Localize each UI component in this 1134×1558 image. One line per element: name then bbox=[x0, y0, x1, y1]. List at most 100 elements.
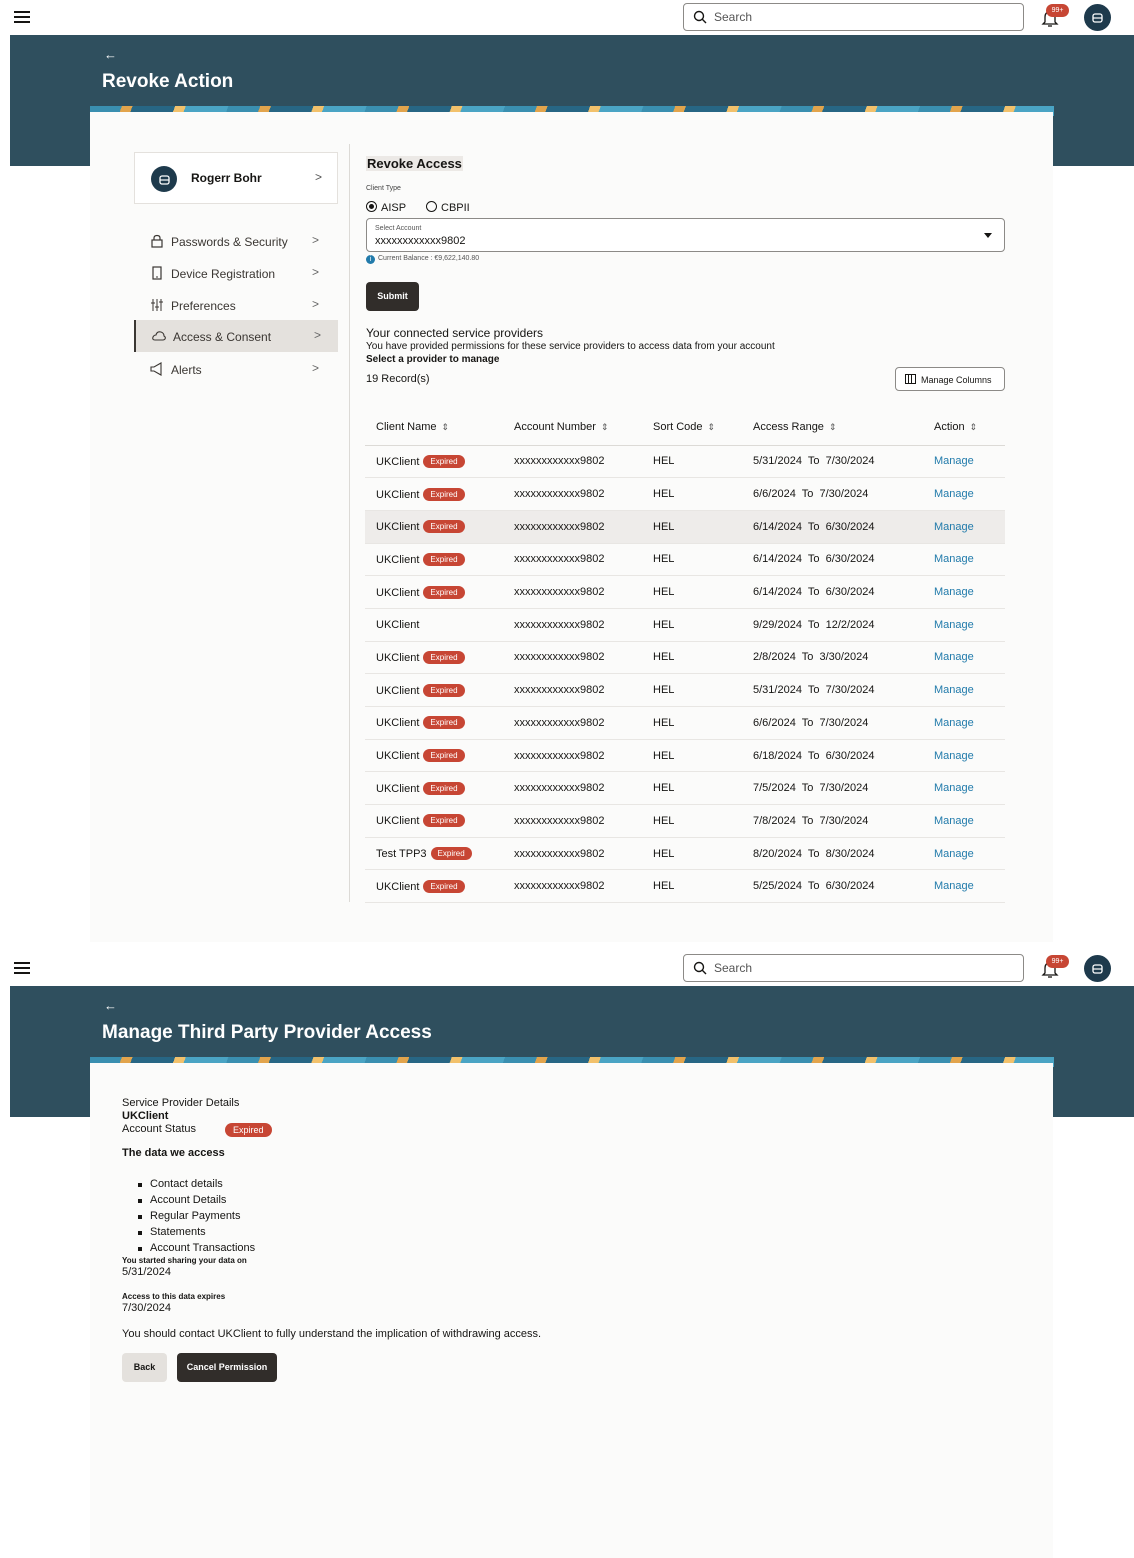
expired-badge: Expired bbox=[423, 814, 465, 828]
client-name: UKClient bbox=[376, 488, 420, 501]
client-name: UKClient bbox=[376, 684, 420, 697]
expired-badge: Expired bbox=[423, 487, 465, 501]
manage-link[interactable]: Manage bbox=[934, 455, 974, 467]
manage-link[interactable]: Manage bbox=[934, 782, 974, 794]
manage-link[interactable]: Manage bbox=[934, 553, 974, 565]
cell-client-name: UKClient Expired bbox=[365, 869, 503, 904]
column-header-account-number[interactable]: Account Number ⇕ bbox=[503, 409, 642, 446]
sidebar-item-device-registration[interactable]: Device Registration > bbox=[134, 257, 338, 289]
submit-button[interactable]: Submit bbox=[366, 282, 419, 311]
manage-columns-button[interactable]: Manage Columns bbox=[895, 367, 1005, 391]
bank-icon bbox=[1092, 13, 1103, 23]
search-input[interactable]: Search bbox=[683, 954, 1024, 982]
sidebar-item-access-consent[interactable]: Access & Consent > bbox=[134, 320, 338, 352]
cell-account-number: xxxxxxxxxxxx9802 bbox=[503, 608, 642, 642]
cell-client-name: UKClient bbox=[365, 608, 503, 642]
manage-link[interactable]: Manage bbox=[934, 750, 974, 762]
radio-cbpii[interactable]: CBPII bbox=[426, 201, 470, 214]
column-header-action[interactable]: Action ⇕ bbox=[923, 409, 1005, 446]
client-name: UKClient bbox=[376, 651, 420, 664]
table-row[interactable]: UKClient Expired xxxxxxxxxxxx9802 HEL 6/18/2… bbox=[365, 739, 1005, 773]
back-arrow-icon[interactable]: ← bbox=[104, 47, 117, 62]
cell-access-range: 2/8/2024 To 3/30/2024 bbox=[742, 641, 923, 675]
column-header-access-range[interactable]: Access Range ⇕ bbox=[742, 409, 923, 446]
sidebar-item-preferences[interactable]: Preferences > bbox=[134, 289, 338, 321]
table-row[interactable]: UKClient Expired xxxxxxxxxxxx9802 HEL 5/31/2… bbox=[365, 445, 1005, 479]
column-header-label: Client Name bbox=[376, 420, 437, 433]
megaphone-icon bbox=[150, 362, 162, 376]
sidebar-item-passwords-security[interactable]: Passwords & Security > bbox=[134, 225, 338, 257]
table-row[interactable]: UKClient Expired xxxxxxxxxxxx9802 HEL 6/14/2… bbox=[365, 575, 1005, 609]
cell-action: Manage bbox=[923, 641, 1005, 675]
manage-link[interactable]: Manage bbox=[934, 848, 974, 860]
info-icon: i bbox=[366, 255, 375, 264]
cell-sort-code: HEL bbox=[642, 608, 742, 642]
manage-link[interactable]: Manage bbox=[934, 488, 974, 500]
back-button[interactable]: Back bbox=[122, 1353, 167, 1382]
expired-badge: Expired bbox=[423, 454, 465, 468]
user-avatar[interactable] bbox=[1084, 955, 1111, 982]
provider-name: UKClient bbox=[122, 1110, 169, 1122]
cell-sort-code: HEL bbox=[642, 771, 742, 806]
sliders-icon bbox=[151, 299, 163, 311]
sort-icon: ⇕ bbox=[600, 421, 609, 432]
started-sharing-label: You started sharing your data on bbox=[122, 1256, 247, 1265]
table-row[interactable]: UKClient Expired xxxxxxxxxxxx9802 HEL 5/31/2… bbox=[365, 673, 1005, 707]
manage-link[interactable]: Manage bbox=[934, 651, 974, 663]
cloud-icon bbox=[152, 331, 166, 341]
manage-link[interactable]: Manage bbox=[934, 619, 974, 631]
providers-description: You have provided permissions for these … bbox=[366, 341, 775, 352]
manage-link[interactable]: Manage bbox=[934, 717, 974, 729]
user-avatar[interactable] bbox=[1084, 4, 1111, 31]
table-row[interactable]: UKClient Expired xxxxxxxxxxxx9802 HEL 7/5/20… bbox=[365, 771, 1005, 806]
client-type-label: Client Type bbox=[366, 185, 401, 192]
table-row[interactable]: UKClient Expired xxxxxxxxxxxx9802 HEL 6/6/20… bbox=[365, 477, 1005, 511]
table-row[interactable]: UKClient Expired xxxxxxxxxxxx9802 HEL 7/8/20… bbox=[365, 804, 1005, 838]
table-row[interactable]: UKClient Expired xxxxxxxxxxxx9802 HEL 6/6/20… bbox=[365, 706, 1005, 740]
client-name: UKClient bbox=[376, 717, 420, 730]
list-item: Account Details bbox=[136, 1194, 255, 1210]
page-title: Revoke Action bbox=[102, 71, 234, 92]
search-input[interactable]: Search bbox=[683, 3, 1024, 31]
column-header-sort-code[interactable]: Sort Code ⇕ bbox=[642, 409, 742, 446]
list-item: Regular Payments bbox=[136, 1210, 255, 1226]
cell-account-number: xxxxxxxxxxxx9802 bbox=[503, 673, 642, 707]
profile-card[interactable]: Rogerr Bohr > bbox=[134, 152, 338, 204]
cell-action: Manage bbox=[923, 739, 1005, 773]
table-row[interactable]: UKClient Expired xxxxxxxxxxxx9802 HEL 2/8/20… bbox=[365, 641, 1005, 675]
manage-link[interactable]: Manage bbox=[934, 521, 974, 533]
cell-account-number: xxxxxxxxxxxx9802 bbox=[503, 543, 642, 577]
cell-client-name: UKClient Expired bbox=[365, 706, 503, 740]
column-header-client-name[interactable]: Client Name ⇕ bbox=[365, 409, 503, 446]
notification-badge: 99+ bbox=[1046, 955, 1069, 968]
manage-link[interactable]: Manage bbox=[934, 586, 974, 598]
cell-client-name: Test TPP3 Expired bbox=[365, 837, 503, 871]
table-row[interactable]: UKClient Expired xxxxxxxxxxxx9802 HEL 5/25/2… bbox=[365, 869, 1005, 904]
hamburger-menu-icon[interactable] bbox=[14, 11, 30, 23]
table-row[interactable]: Test TPP3 Expired xxxxxxxxxxxx9802 HEL 8/20/… bbox=[365, 837, 1005, 871]
chevron-right-icon: > bbox=[312, 265, 320, 279]
access-expires-date: 7/30/2024 bbox=[122, 1302, 171, 1314]
cell-action: Manage bbox=[923, 543, 1005, 577]
manage-link[interactable]: Manage bbox=[934, 684, 974, 696]
table-row[interactable]: UKClient Expired xxxxxxxxxxxx9802 HEL 6/14/2… bbox=[365, 543, 1005, 577]
cell-sort-code: HEL bbox=[642, 706, 742, 740]
cell-access-range: 6/6/2024 To 7/30/2024 bbox=[742, 706, 923, 740]
cell-client-name: UKClient Expired bbox=[365, 804, 503, 838]
list-item: Statements bbox=[136, 1226, 255, 1242]
manage-link[interactable]: Manage bbox=[934, 815, 974, 827]
started-sharing-date: 5/31/2024 bbox=[122, 1266, 171, 1278]
list-item: Contact details bbox=[136, 1178, 255, 1194]
select-account-dropdown[interactable]: Select Account xxxxxxxxxxxx9802 bbox=[366, 218, 1005, 252]
cancel-permission-button[interactable]: Cancel Permission bbox=[177, 1353, 277, 1382]
hamburger-menu-icon[interactable] bbox=[14, 962, 30, 974]
manage-link[interactable]: Manage bbox=[934, 880, 974, 892]
table-row[interactable]: UKClient xxxxxxxxxxxx9802 HEL 9/29/2024 To … bbox=[365, 608, 1005, 642]
table-row[interactable]: UKClient Expired xxxxxxxxxxxx9802 HEL 6/14/2… bbox=[365, 510, 1005, 544]
data-access-list: Contact details Account Details Regular … bbox=[136, 1178, 255, 1258]
cell-sort-code: HEL bbox=[642, 673, 742, 707]
back-arrow-icon[interactable]: ← bbox=[104, 998, 117, 1013]
cell-action: Manage bbox=[923, 575, 1005, 609]
radio-aisp[interactable]: AISP bbox=[366, 201, 406, 214]
sidebar-item-alerts[interactable]: Alerts > bbox=[134, 353, 338, 385]
